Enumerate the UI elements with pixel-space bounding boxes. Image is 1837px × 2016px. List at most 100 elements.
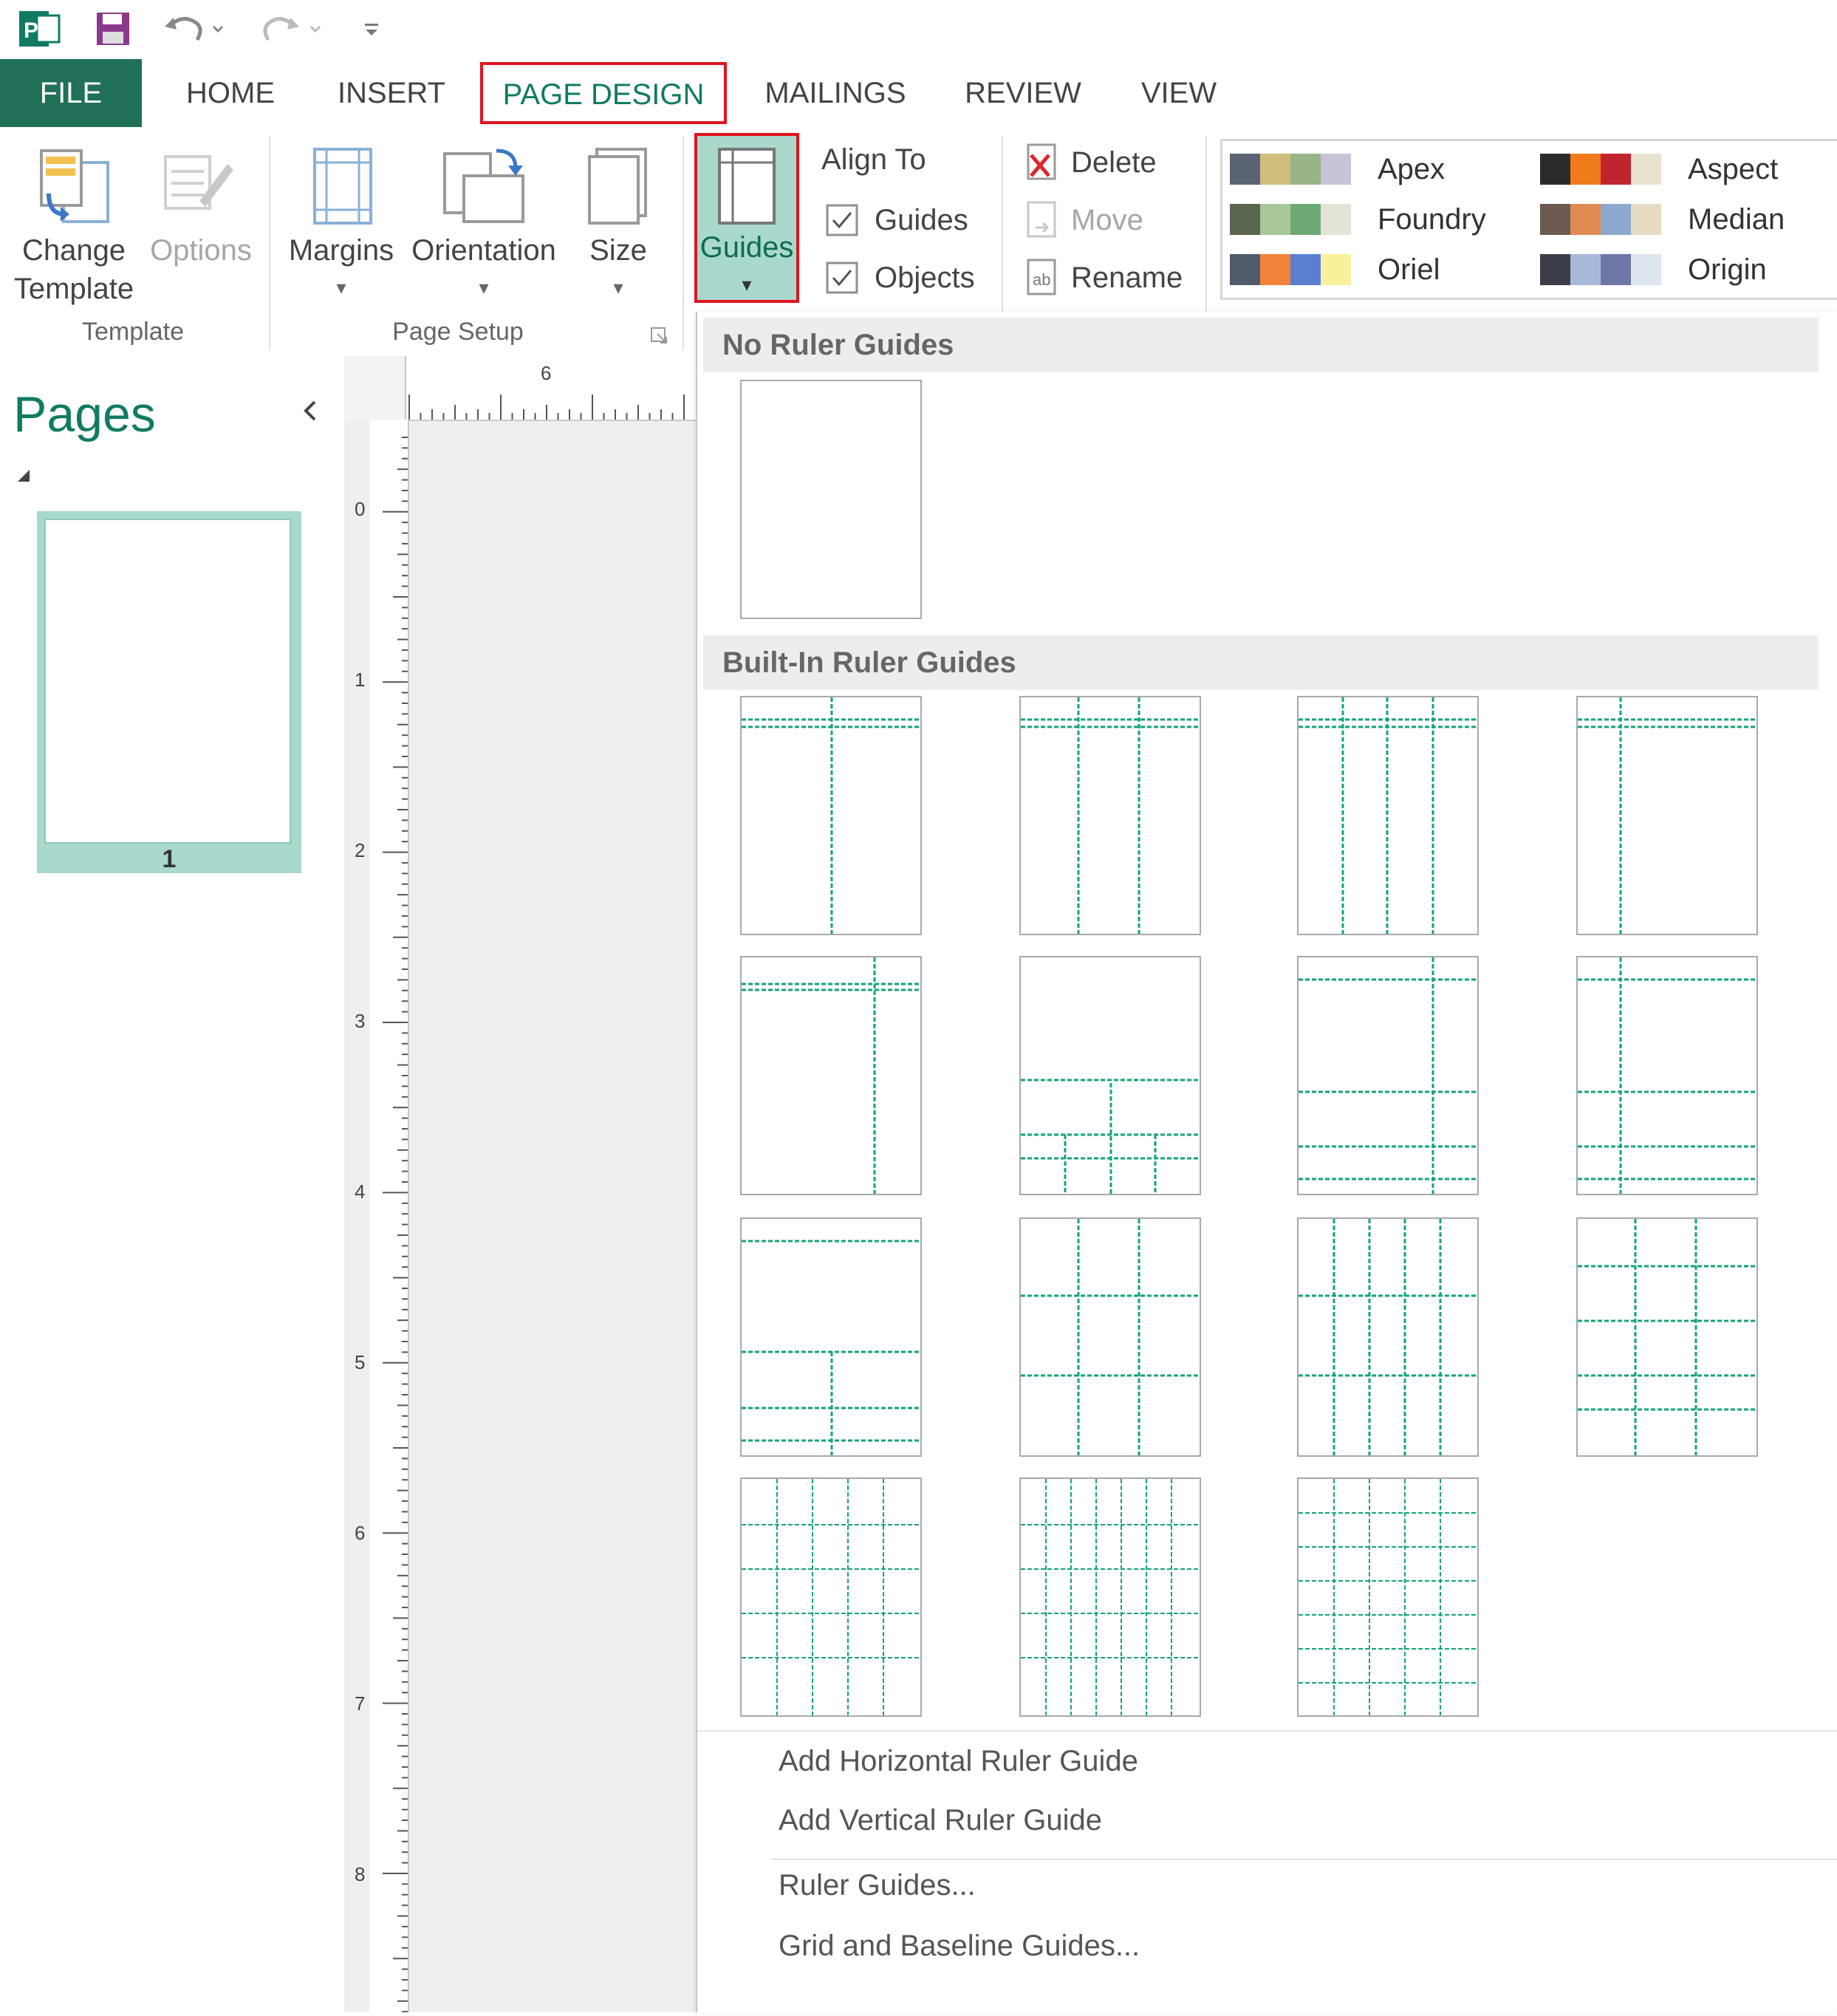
collapse-section-icon[interactable] — [16, 468, 31, 483]
workspace-canvas[interactable] — [409, 421, 699, 2012]
rename-page-icon: ab — [1027, 259, 1056, 295]
color-scheme-aspect[interactable]: Aspect — [1540, 147, 1836, 191]
guide-layout-preview — [1299, 1219, 1477, 1455]
grid-and-baseline-guides-dialog[interactable]: Grid and Baseline Guides... — [779, 1930, 1140, 1963]
page-thumbnail[interactable]: 1 — [37, 511, 301, 873]
built-in-guide-option[interactable] — [740, 1217, 922, 1457]
add-horizontal-ruler-guide[interactable]: Add Horizontal Ruler Guide — [779, 1745, 1138, 1778]
align-guides-checkbox[interactable]: Guides — [826, 199, 968, 241]
built-in-guide-option[interactable] — [1297, 1217, 1479, 1457]
align-objects-checkbox[interactable]: Objects — [826, 257, 975, 298]
orientation-button[interactable]: Orientation ▾ — [405, 136, 563, 306]
built-in-guide-option[interactable] — [740, 956, 922, 1195]
quick-access-toolbar: P — [0, 0, 1837, 59]
margins-button[interactable]: Margins ▾ — [281, 136, 402, 306]
built-in-guide-option[interactable] — [1297, 956, 1479, 1195]
pages-pane: Pages 1 — [0, 356, 346, 2012]
tab-review[interactable]: REVIEW — [960, 59, 1086, 127]
tab-file[interactable]: FILE — [0, 59, 142, 127]
chevron-left-icon[interactable] — [298, 397, 328, 427]
horizontal-ruler[interactable]: 6 — [344, 356, 699, 421]
tab-view[interactable]: VIEW — [1135, 59, 1223, 127]
guide-layout-preview — [1021, 1079, 1200, 1194]
tab-home[interactable]: HOME — [171, 59, 290, 127]
v-ruler-label: 4 — [355, 1180, 366, 1203]
swatch-color — [1601, 154, 1631, 185]
built-in-guide-option[interactable] — [1297, 1477, 1479, 1717]
swatch-color — [1290, 254, 1321, 285]
tab-mailings[interactable]: MAILINGS — [758, 59, 913, 127]
delete-page-icon — [1027, 143, 1056, 180]
color-scheme-origin[interactable]: Origin — [1540, 247, 1836, 292]
vertical-ruler-ticks — [344, 420, 408, 2013]
swatch-color — [1601, 204, 1631, 235]
color-scheme-label: Median — [1688, 202, 1785, 236]
guide-layout-preview — [1299, 697, 1477, 934]
options-label: Options — [150, 234, 252, 267]
built-in-guide-option[interactable] — [1019, 696, 1201, 935]
built-in-guide-option[interactable] — [1576, 696, 1758, 935]
save-icon[interactable] — [87, 4, 139, 53]
guides-dropdown-icon: ▾ — [742, 273, 752, 295]
move-page-button[interactable]: Move — [1022, 198, 1143, 242]
built-in-guide-option[interactable] — [1019, 1217, 1201, 1457]
horizontal-ruler-ticks — [406, 356, 699, 420]
move-page-icon — [1027, 201, 1056, 238]
ruler-corner — [344, 356, 406, 420]
customize-qat-icon[interactable] — [353, 4, 390, 53]
guide-layout-preview — [1578, 1219, 1756, 1455]
size-label: Size — [589, 234, 647, 267]
change-template-button[interactable]: Change Template — [7, 136, 140, 306]
change-template-label-2: Template — [13, 273, 134, 305]
color-scheme-label: Origin — [1688, 253, 1767, 286]
built-in-guide-option[interactable] — [740, 696, 922, 935]
menu-separator — [697, 1730, 1837, 1732]
redo-icon[interactable] — [256, 4, 329, 53]
vertical-ruler[interactable]: 0 1 2 3 4 5 6 7 8 — [344, 420, 409, 2013]
align-guides-label: Guides — [875, 203, 968, 236]
swatch-color — [1631, 254, 1661, 285]
ruler-guides-dialog[interactable]: Ruler Guides... — [779, 1869, 976, 1902]
swatch-color — [1540, 254, 1570, 285]
color-scheme-median[interactable]: Median — [1540, 197, 1836, 242]
orientation-dropdown-icon: ▾ — [479, 276, 489, 298]
color-scheme-foundry[interactable]: Foundry — [1230, 197, 1525, 242]
built-in-guide-option[interactable] — [1576, 1217, 1758, 1457]
guide-layout-preview — [742, 697, 920, 934]
color-scheme-swatch — [1230, 154, 1351, 185]
svg-text:ab: ab — [1033, 270, 1050, 289]
options-button[interactable]: Options — [145, 136, 257, 306]
orientation-icon — [443, 148, 524, 223]
guide-layout-preview — [1578, 957, 1756, 1194]
tab-insert[interactable]: INSERT — [332, 59, 451, 127]
swatch-color — [1290, 154, 1321, 185]
guide-layout-preview — [742, 1479, 920, 1715]
swatch-color — [1290, 204, 1321, 235]
pages-pane-title: Pages — [13, 386, 156, 443]
delete-page-button[interactable]: Delete — [1022, 140, 1157, 185]
rename-page-button[interactable]: ab Rename — [1022, 256, 1183, 300]
undo-icon[interactable] — [158, 4, 232, 53]
color-scheme-oriel[interactable]: Oriel — [1230, 247, 1525, 292]
h-ruler-label: 6 — [541, 362, 552, 384]
page-setup-launcher-icon[interactable] — [650, 327, 672, 349]
color-scheme-apex[interactable]: Apex — [1230, 147, 1525, 191]
guides-button[interactable]: Guides ▾ — [694, 133, 799, 303]
delete-label: Delete — [1071, 146, 1157, 179]
built-in-guide-option[interactable] — [740, 1477, 922, 1717]
built-in-guide-option[interactable] — [1297, 696, 1479, 935]
size-button[interactable]: Size ▾ — [569, 136, 668, 306]
add-vertical-ruler-guide[interactable]: Add Vertical Ruler Guide — [779, 1804, 1102, 1837]
tab-page-design[interactable]: PAGE DESIGN — [480, 62, 727, 124]
built-in-ruler-guides-heading: Built-In Ruler Guides — [703, 635, 1819, 690]
built-in-guide-option[interactable] — [1576, 956, 1758, 1195]
built-in-guide-option[interactable] — [1019, 1477, 1201, 1717]
built-in-guide-option[interactable] — [1019, 956, 1201, 1195]
page-number: 1 — [162, 845, 177, 873]
guide-layout-preview — [1021, 1219, 1200, 1455]
guide-layout-preview — [742, 1240, 920, 1455]
options-icon — [164, 155, 233, 210]
color-scheme-gallery: Apex Aspect Foundry Median Oriel Origin — [1220, 139, 1837, 300]
align-to-heading: Align To — [821, 143, 926, 176]
no-ruler-guides-option[interactable] — [740, 380, 922, 619]
